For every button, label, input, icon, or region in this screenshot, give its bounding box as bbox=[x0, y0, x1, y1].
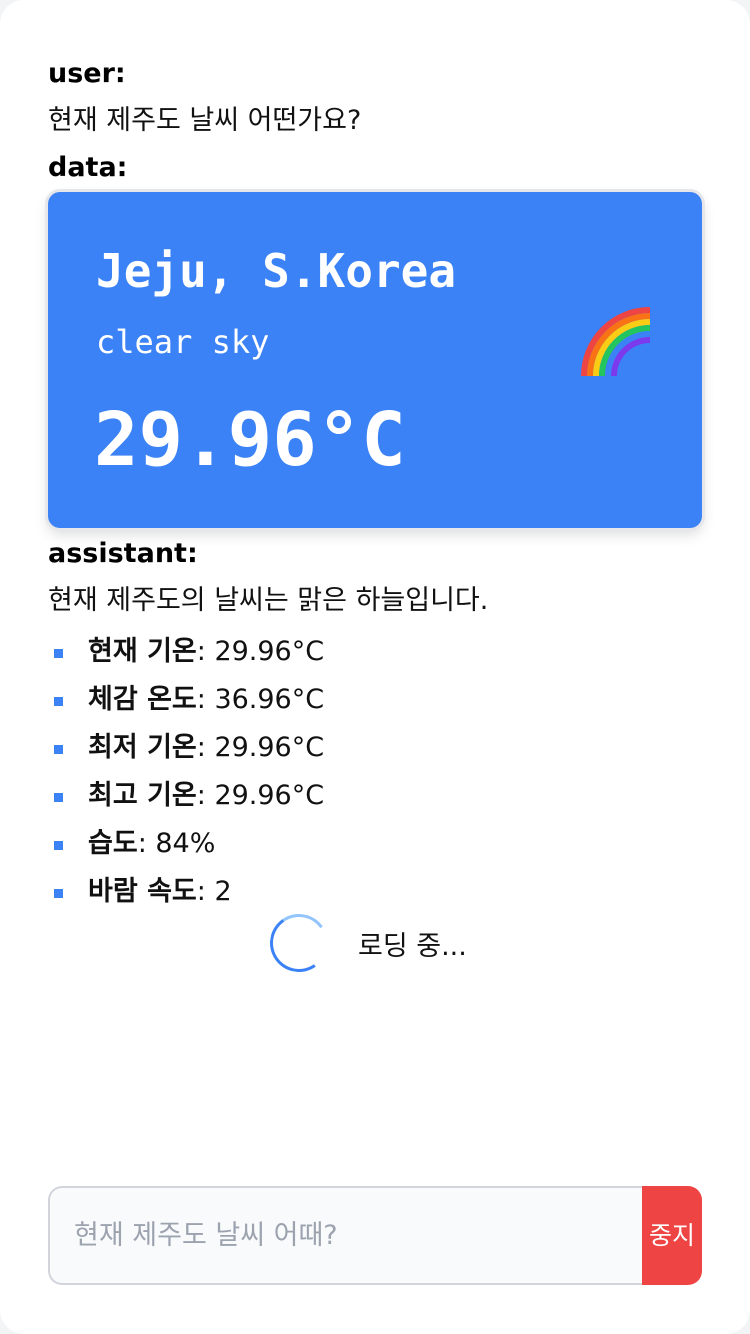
detail-current-temp: 현재 기온: 29.96°C bbox=[48, 628, 702, 676]
weather-details-list: 현재 기온: 29.96°C 체감 온도: 36.96°C 최저 기온: 29.… bbox=[48, 628, 702, 916]
user-message: 현재 제주도 날씨 어떤가요? bbox=[48, 105, 362, 136]
detail-label: 체감 온도 bbox=[88, 684, 197, 715]
bullet-icon bbox=[54, 889, 63, 898]
detail-value: : 36.96°C bbox=[196, 684, 325, 715]
assistant-role-label: assistant: bbox=[48, 538, 198, 569]
detail-feels-like: 체감 온도: 36.96°C bbox=[48, 676, 702, 724]
detail-humidity: 습도: 84% bbox=[48, 820, 702, 868]
rainbow-icon bbox=[581, 307, 651, 377]
detail-label: 최저 기온 bbox=[88, 732, 197, 763]
bullet-icon bbox=[54, 649, 63, 658]
weather-card: Jeju, S.Korea clear sky 29.96°C bbox=[48, 192, 702, 528]
bullet-icon bbox=[54, 697, 63, 706]
loading-indicator: 로딩 중... bbox=[265, 909, 467, 977]
bullet-icon bbox=[54, 793, 63, 802]
bullet-icon bbox=[54, 745, 63, 754]
detail-label: 최고 기온 bbox=[88, 780, 197, 811]
spinner-icon bbox=[265, 909, 333, 977]
assistant-message: 현재 제주도의 날씨는 맑은 하늘입니다. bbox=[48, 585, 489, 616]
bullet-icon bbox=[54, 841, 63, 850]
message-composer: 중지 bbox=[48, 1186, 702, 1285]
weather-city: Jeju, S.Korea bbox=[96, 244, 457, 298]
detail-value: : 29.96°C bbox=[196, 780, 325, 811]
detail-value: : 2 bbox=[196, 876, 232, 907]
weather-temperature: 29.96°C bbox=[94, 397, 406, 483]
detail-label: 현재 기온 bbox=[88, 636, 197, 667]
detail-value: : 84% bbox=[137, 828, 216, 859]
detail-max-temp: 최고 기온: 29.96°C bbox=[48, 772, 702, 820]
detail-label: 바람 속도 bbox=[88, 876, 197, 907]
data-role-label: data: bbox=[48, 152, 128, 183]
weather-description: clear sky bbox=[96, 323, 270, 361]
user-role-label: user: bbox=[48, 58, 126, 89]
detail-value: : 29.96°C bbox=[196, 732, 325, 763]
chat-screen: user: 현재 제주도 날씨 어떤가요? data: Jeju, S.Kore… bbox=[0, 0, 750, 1334]
detail-min-temp: 최저 기온: 29.96°C bbox=[48, 724, 702, 772]
detail-label: 습도 bbox=[88, 828, 138, 859]
message-input[interactable] bbox=[48, 1186, 642, 1285]
detail-wind-speed: 바람 속도: 2 bbox=[48, 868, 702, 916]
stop-button[interactable]: 중지 bbox=[642, 1186, 702, 1285]
detail-value: : 29.96°C bbox=[196, 636, 325, 667]
message-list: user: 현재 제주도 날씨 어떤가요? data: Jeju, S.Kore… bbox=[48, 54, 702, 916]
loading-text: 로딩 중... bbox=[358, 930, 467, 962]
